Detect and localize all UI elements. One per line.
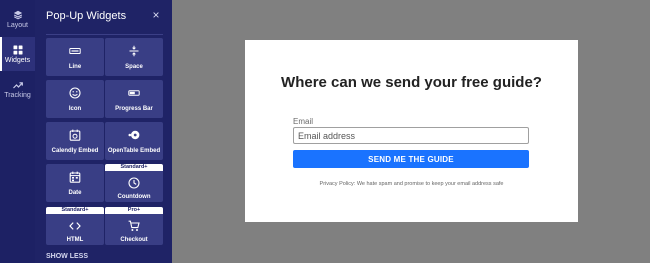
rail-item-label: Tracking	[4, 91, 31, 99]
email-label: Email	[293, 117, 314, 126]
widget-label: Icon	[68, 106, 82, 112]
grid-icon	[13, 45, 22, 54]
panel-title: Pop-Up Widgets	[46, 10, 127, 22]
left-nav-rail: Layout Widgets Tracking	[0, 0, 35, 263]
widget-date[interactable]: Date	[46, 164, 104, 202]
widgets-panel: Pop-Up Widgets × Line Space Icon Progres…	[35, 0, 172, 263]
plan-badge: Standard+	[105, 164, 163, 171]
widget-label: Space	[125, 64, 143, 70]
email-input[interactable]	[293, 127, 529, 144]
cart-icon	[128, 220, 140, 231]
widget-opentable-embed[interactable]: OpenTable Embed	[105, 122, 163, 160]
widget-label: OpenTable Embed	[107, 148, 161, 154]
popup-headline: Where can we send your free guide?	[281, 74, 542, 91]
opentable-icon	[128, 130, 140, 140]
smiley-icon	[69, 87, 81, 99]
widget-label: Checkout	[120, 237, 148, 243]
plan-badge: Standard+	[46, 207, 104, 214]
widget-label: Countdown	[117, 194, 151, 200]
rail-item-widgets[interactable]: Widgets	[0, 37, 35, 71]
widget-space[interactable]: Space	[105, 38, 163, 76]
widget-icon[interactable]: Icon	[46, 80, 104, 118]
plan-badge: Pro+	[105, 207, 163, 214]
calendly-icon	[69, 129, 81, 141]
widget-label: HTML	[66, 237, 84, 243]
widget-calendly-embed[interactable]: Calendly Embed	[46, 122, 104, 160]
rail-item-label: Layout	[6, 21, 29, 29]
widget-checkout[interactable]: Pro+ Checkout	[105, 207, 163, 245]
line-icon	[69, 48, 81, 54]
widget-progress-bar[interactable]: Progress Bar	[105, 80, 163, 118]
code-icon	[69, 222, 81, 230]
progress-bar-icon	[128, 90, 140, 96]
rail-item-tracking[interactable]: Tracking	[0, 72, 35, 106]
widget-label: Date	[68, 190, 82, 196]
space-icon	[129, 45, 139, 57]
send-guide-button[interactable]: SEND ME THE GUIDE	[293, 150, 529, 168]
close-icon: ×	[152, 8, 160, 22]
trending-up-icon	[12, 81, 23, 88]
widget-label: Progress Bar	[115, 106, 153, 112]
close-button[interactable]: ×	[149, 8, 163, 22]
widget-line[interactable]: Line	[46, 38, 104, 76]
widget-label: Line	[68, 64, 82, 70]
clock-icon	[128, 177, 140, 189]
widget-label: Calendly Embed	[51, 148, 99, 154]
show-less-link[interactable]: SHOW LESS	[46, 253, 88, 260]
calendar-icon	[69, 171, 81, 183]
rail-item-layout[interactable]: Layout	[0, 2, 35, 36]
privacy-policy-text: Privacy Policy: We hate spam and promise…	[319, 181, 504, 187]
panel-divider	[46, 34, 163, 35]
layers-icon	[13, 10, 22, 19]
rail-item-label: Widgets	[4, 56, 31, 64]
widget-html[interactable]: Standard+ HTML	[46, 207, 104, 245]
popup-modal: Where can we send your free guide? Email…	[245, 40, 578, 222]
widget-countdown[interactable]: Standard+ Countdown	[105, 164, 163, 202]
